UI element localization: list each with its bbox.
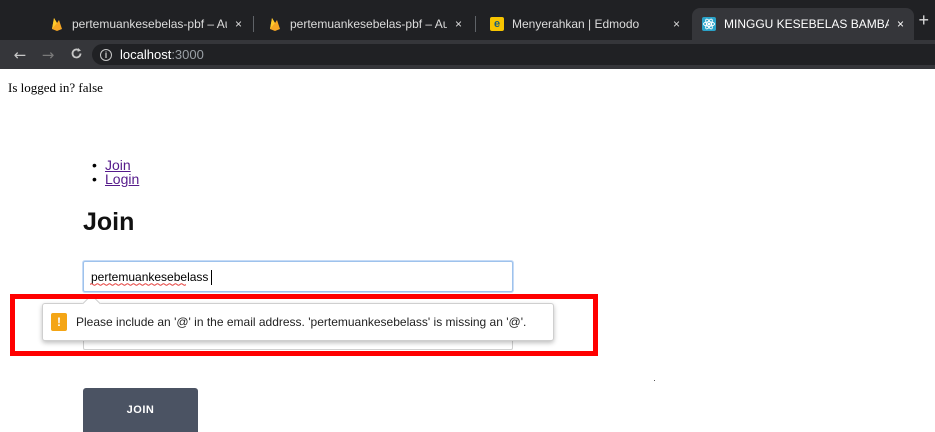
- warning-icon: !: [51, 313, 67, 331]
- new-tab-button[interactable]: +: [918, 10, 929, 31]
- list-item: Login: [92, 172, 139, 186]
- close-icon[interactable]: ×: [897, 17, 904, 31]
- page-title: Join: [83, 208, 135, 236]
- reload-icon[interactable]: [68, 46, 84, 64]
- tab-strip: pertemuankesebelas-pbf – Authe × pertemu…: [0, 0, 935, 40]
- validation-tooltip: ! Please include an '@' in the email add…: [42, 303, 554, 341]
- email-field[interactable]: [83, 261, 513, 292]
- text-caret: [211, 270, 212, 285]
- browser-toolbar: ← → i localhost:3000: [0, 40, 935, 69]
- tab-title: pertemuankesebelas-pbf – Authe: [290, 17, 447, 31]
- tab-firebase-auth-1[interactable]: pertemuankesebelas-pbf – Authe ×: [40, 8, 252, 40]
- stray-dot: [654, 380, 655, 381]
- join-button[interactable]: JOIN: [83, 388, 198, 432]
- tab-title: Menyerahkan | Edmodo: [512, 17, 640, 31]
- url-port: :3000: [171, 47, 204, 62]
- react-icon: [702, 17, 716, 31]
- close-icon[interactable]: ×: [235, 17, 242, 31]
- login-link[interactable]: Login: [105, 171, 139, 187]
- tab-react-app[interactable]: MINGGU KESEBELAS BAMBANG ×: [692, 8, 914, 40]
- close-icon[interactable]: ×: [455, 17, 462, 31]
- tab-edmodo[interactable]: e Menyerahkan | Edmodo ×: [480, 8, 690, 40]
- firebase-icon: [50, 17, 64, 31]
- back-arrow-icon[interactable]: ←: [12, 46, 28, 64]
- url-host: localhost: [120, 47, 172, 62]
- tab-title: pertemuankesebelas-pbf – Authe: [72, 17, 227, 31]
- tab-separator: [253, 16, 254, 32]
- tab-title: MINGGU KESEBELAS BAMBANG: [724, 17, 889, 31]
- tab-firebase-auth-2[interactable]: pertemuankesebelas-pbf – Authe ×: [258, 8, 472, 40]
- firebase-icon: [268, 17, 282, 31]
- edmodo-icon: e: [490, 17, 504, 31]
- validation-message: Please include an '@' in the email addre…: [76, 315, 527, 329]
- site-info-icon[interactable]: i: [100, 48, 112, 61]
- address-bar[interactable]: i localhost:3000: [92, 44, 935, 65]
- close-icon[interactable]: ×: [673, 17, 680, 31]
- tab-separator: [475, 16, 476, 32]
- forward-arrow-icon[interactable]: →: [40, 46, 56, 64]
- login-status-text: Is logged in? false: [8, 80, 103, 95]
- list-item: Join: [92, 158, 139, 172]
- nav-links: Join Login: [92, 158, 139, 186]
